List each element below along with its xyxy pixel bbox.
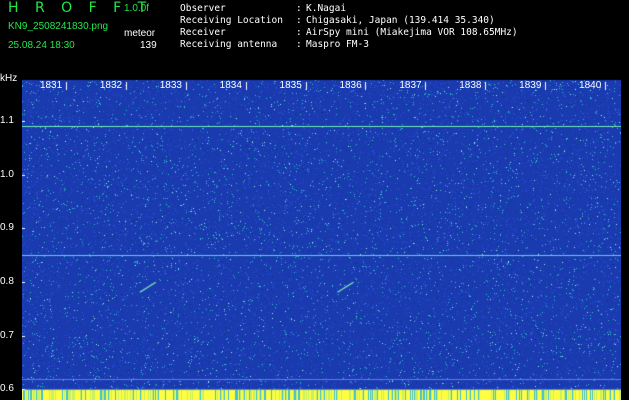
info-key-location: Receiving Location bbox=[180, 15, 283, 26]
y-tick-label: 0.9 bbox=[0, 222, 14, 234]
x-tick-label: 1834 bbox=[219, 80, 242, 91]
y-tick-label: 0.8 bbox=[0, 275, 14, 287]
y-tick-label: 1.0 bbox=[0, 168, 14, 180]
y-tick-label: 0.7 bbox=[0, 329, 14, 341]
waterfall-plot bbox=[22, 78, 621, 400]
info-colon: : bbox=[296, 3, 302, 14]
meteor-count: 139 bbox=[140, 40, 157, 51]
filename-label: KN9_2508241830.png bbox=[8, 21, 109, 32]
x-tick-label: 1835 bbox=[279, 80, 302, 91]
info-value-receiver: AirSpy mini (Miakejima VOR 108.65MHz) bbox=[306, 27, 518, 38]
x-tick-label: 1833 bbox=[159, 80, 182, 91]
info-key-observer: Observer bbox=[180, 3, 226, 14]
info-value-antenna: Maspro FM-3 bbox=[306, 39, 369, 50]
info-colon: : bbox=[296, 39, 302, 50]
x-tick-label: 1832 bbox=[99, 80, 123, 91]
info-colon: : bbox=[296, 27, 302, 38]
info-key-antenna: Receiving antenna bbox=[180, 39, 278, 50]
info-value-location: Chigasaki, Japan (139.414 35.340) bbox=[306, 15, 495, 26]
x-tick-label: 1839 bbox=[519, 80, 542, 91]
x-tick-label: 1836 bbox=[339, 80, 362, 91]
x-tick-label: 1838 bbox=[459, 80, 482, 91]
x-tick-label: 1837 bbox=[399, 80, 422, 91]
info-key-receiver: Receiver bbox=[180, 27, 226, 38]
meteor-label: meteor bbox=[124, 28, 156, 39]
version-label: 1.0.0f bbox=[124, 3, 150, 14]
timestamp-label: 25.08.24 18:30 bbox=[8, 40, 75, 51]
y-tick-label: 1.1 bbox=[0, 114, 14, 126]
info-value-observer: K.Nagai bbox=[306, 3, 347, 14]
info-colon: : bbox=[296, 15, 302, 26]
x-tick-label: 1840 bbox=[579, 80, 602, 91]
x-tick-label: 1831 bbox=[39, 80, 63, 91]
y-axis-label: kHz bbox=[0, 73, 18, 84]
y-tick-label: 0.6 bbox=[0, 383, 14, 395]
waterfall-canvas bbox=[22, 78, 621, 400]
